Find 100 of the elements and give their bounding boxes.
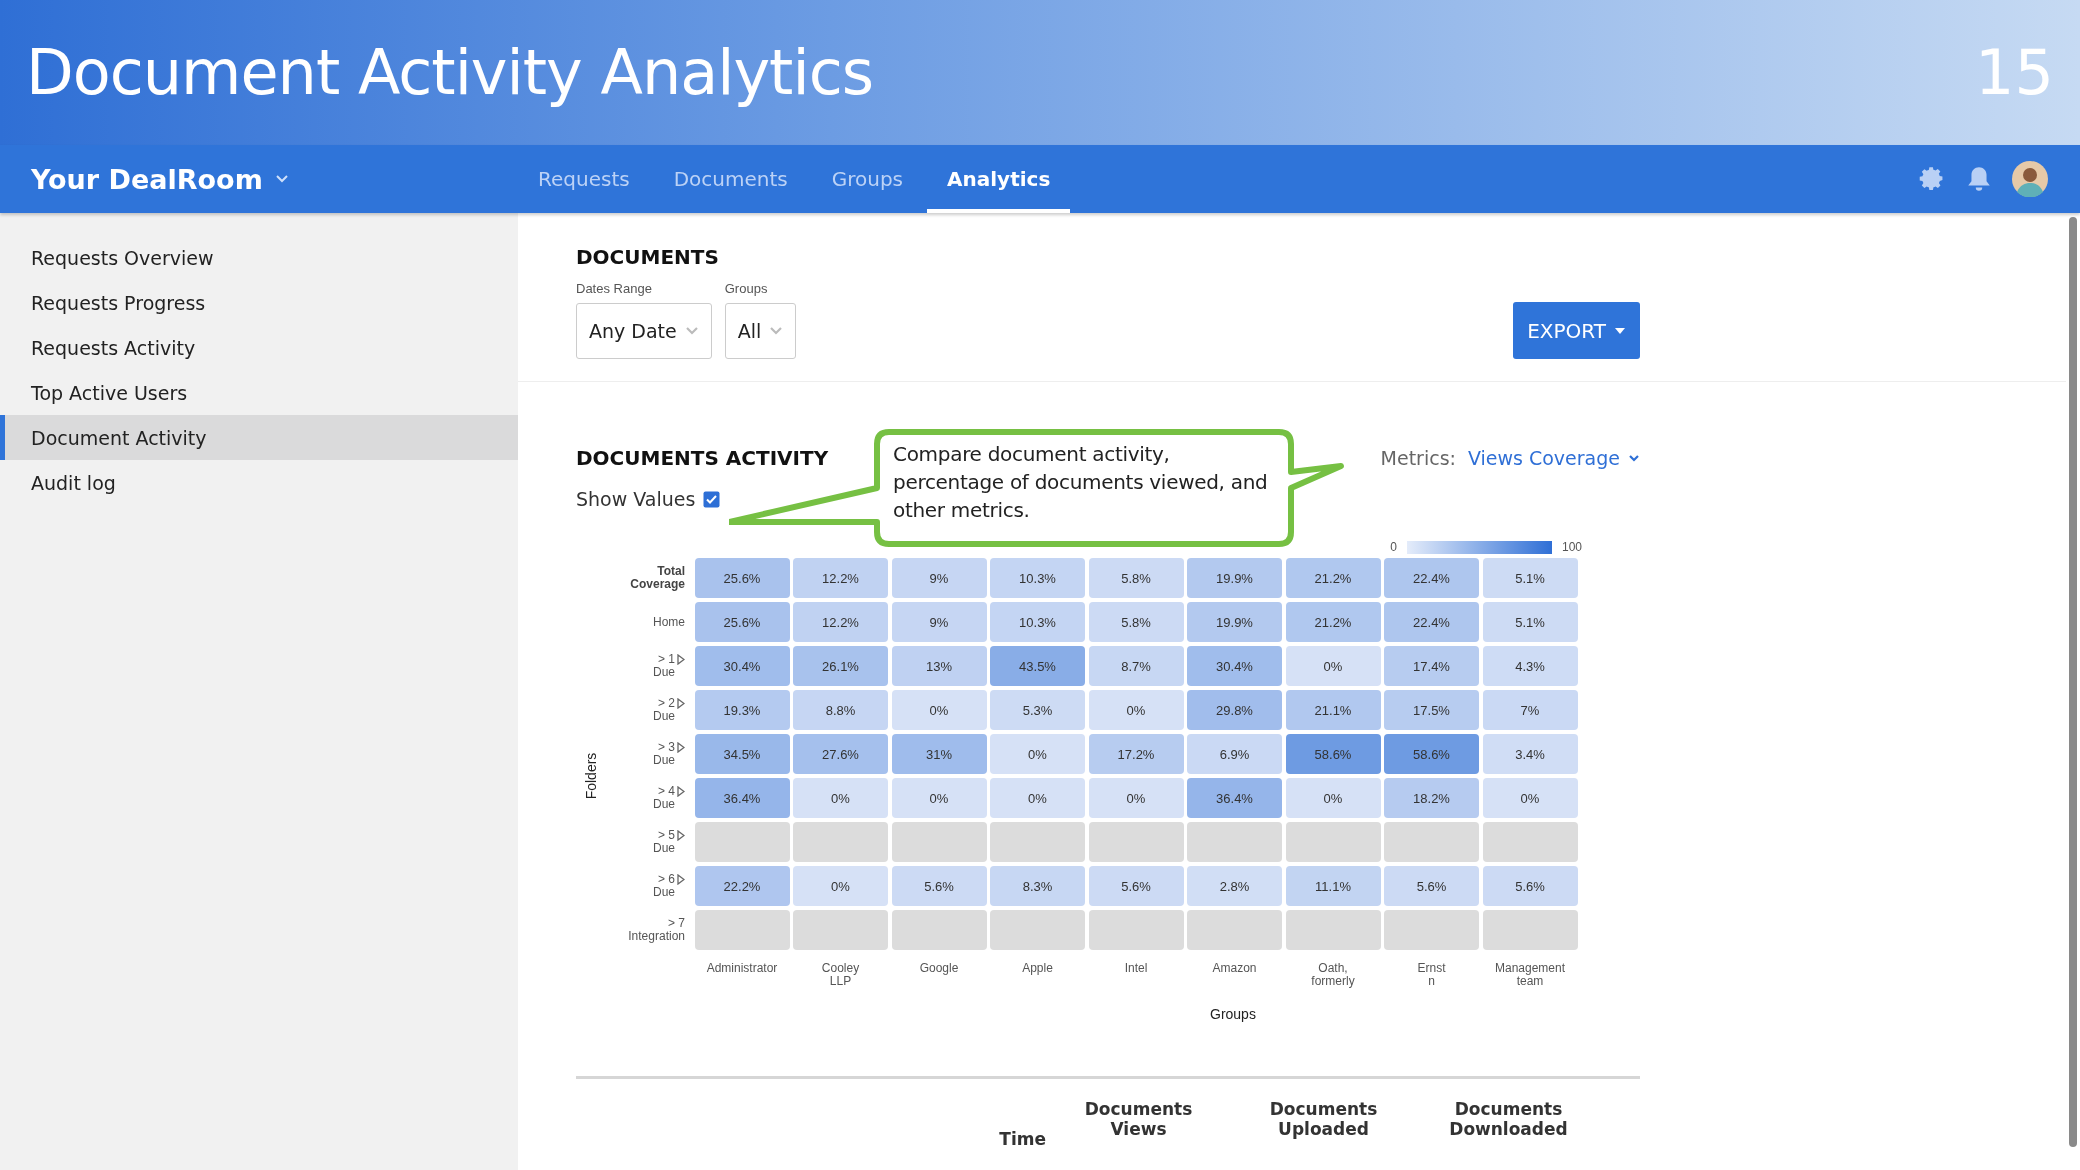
heatmap-cell: 5.6% bbox=[1088, 866, 1184, 906]
heatmap-cell: 13% bbox=[891, 646, 987, 686]
heatmap-cell: 9% bbox=[891, 558, 987, 598]
column-label: Oath, formerly bbox=[1310, 962, 1356, 988]
metrics-dropdown[interactable]: Views Coverage bbox=[1467, 447, 1640, 469]
heatmap-cell: 58.6% bbox=[1384, 734, 1479, 774]
heatmap-cell: 21.2% bbox=[1285, 602, 1381, 642]
heatmap-cell: 5.1% bbox=[1482, 558, 1578, 598]
heatmap-cell: 11.1% bbox=[1285, 866, 1381, 906]
heatmap-cell: 4.3% bbox=[1482, 646, 1578, 686]
heatmap-cell: 25.6% bbox=[694, 602, 790, 642]
heatmap-cell: 3.4% bbox=[1482, 734, 1578, 774]
filter-label: Groups bbox=[724, 281, 769, 296]
heatmap-cell: 17.2% bbox=[1088, 734, 1184, 774]
heatmap-cell: 21.2% bbox=[1285, 558, 1381, 598]
heatmap-cell: 10.3% bbox=[990, 558, 1085, 598]
column-label: Apple bbox=[1021, 962, 1054, 975]
heatmap-cell: 12.2% bbox=[793, 602, 888, 642]
scrollbar-thumb[interactable] bbox=[2069, 217, 2077, 1147]
export-button[interactable]: EXPORT bbox=[1513, 302, 1640, 359]
heatmap-cell: 21.1% bbox=[1285, 690, 1381, 730]
chevron-icon bbox=[274, 174, 289, 184]
heatmap-cell: 36.4% bbox=[1187, 778, 1282, 818]
heatmap-cell: 2.8% bbox=[1187, 866, 1282, 906]
sidebar-item[interactable]: Top Active Users bbox=[0, 370, 518, 415]
legend-max: 100 bbox=[1561, 540, 1582, 554]
filter-label: Dates Range bbox=[576, 281, 653, 296]
heatmap-cell: 22.2% bbox=[694, 866, 790, 906]
heatmap-cell: 5.6% bbox=[891, 866, 987, 906]
heatmap-cell: 5.3% bbox=[990, 690, 1085, 730]
heatmap-cell: 25.6% bbox=[694, 558, 790, 598]
heatmap-cell: 0% bbox=[990, 734, 1085, 774]
caret-icon bbox=[1614, 326, 1626, 335]
section-title: DOCUMENTS ACTIVITY bbox=[576, 446, 829, 470]
column-header: Documents Uploaded bbox=[1268, 1099, 1379, 1139]
heatmap-cell: 8.7% bbox=[1088, 646, 1184, 686]
heatmap-cell: 22.4% bbox=[1384, 558, 1479, 598]
avatar[interactable] bbox=[2012, 161, 2048, 197]
heatmap-cell: 8.8% bbox=[793, 690, 888, 730]
sidebar-item[interactable]: Audit log bbox=[0, 460, 518, 505]
checkbox[interactable] bbox=[703, 490, 721, 508]
heatmap-cell: 0% bbox=[1088, 690, 1184, 730]
heatmap-cell: 19.9% bbox=[1187, 558, 1282, 598]
heatmap-cell: 18.2% bbox=[1384, 778, 1479, 818]
heatmap-cell: 6.9% bbox=[1187, 734, 1282, 774]
heatmap-cell: 5.8% bbox=[1088, 602, 1184, 642]
heatmap-cell: 5.1% bbox=[1482, 602, 1578, 642]
heatmap-cell: 0% bbox=[1088, 778, 1184, 818]
column-label: Ernst n bbox=[1416, 962, 1447, 988]
heatmap-cell: 0% bbox=[1285, 646, 1381, 686]
heatmap-cell: 17.4% bbox=[1384, 646, 1479, 686]
filter-dropdown[interactable]: Any Date bbox=[576, 303, 712, 359]
heatmap-cell: 0% bbox=[793, 778, 888, 818]
heatmap-cell: 29.8% bbox=[1187, 690, 1282, 730]
row-label: > 7 Integration bbox=[628, 917, 685, 943]
section-title: DOCUMENTS bbox=[576, 245, 720, 269]
heatmap-cell: 27.6% bbox=[793, 734, 888, 774]
heatmap-cell: 0% bbox=[891, 690, 987, 730]
legend-min: 0 bbox=[1390, 540, 1397, 554]
slide-title: Document Activity Analytics bbox=[26, 36, 874, 109]
heatmap-cell: 5.6% bbox=[1384, 866, 1479, 906]
heatmap-cell: 43.5% bbox=[990, 646, 1085, 686]
heatmap-cell: 22.4% bbox=[1384, 602, 1479, 642]
brand-dropdown[interactable]: Your DealRoom bbox=[0, 145, 518, 213]
heatmap-cell: 0% bbox=[990, 778, 1085, 818]
row-label: Home bbox=[653, 615, 685, 629]
row-label: > 3 Due bbox=[653, 741, 675, 767]
heatmap-cell: 30.4% bbox=[694, 646, 790, 686]
column-label: Google bbox=[918, 962, 960, 975]
chevron-icon bbox=[684, 326, 699, 336]
heatmap-cell: 0% bbox=[891, 778, 987, 818]
row-label: > 1 Due bbox=[653, 653, 675, 679]
nav-tab[interactable]: Analytics bbox=[927, 145, 1071, 213]
heatmap-cell: 34.5% bbox=[694, 734, 790, 774]
sidebar-item[interactable]: Document Activity bbox=[0, 415, 518, 460]
heatmap-cell: 12.2% bbox=[793, 558, 888, 598]
sidebar-item[interactable]: Requests Overview bbox=[0, 235, 518, 280]
axis-title: Groups bbox=[1209, 1006, 1256, 1022]
bell-icon[interactable] bbox=[1966, 165, 1992, 193]
heatmap-cell: 17.5% bbox=[1384, 690, 1479, 730]
column-label: Amazon bbox=[1211, 962, 1258, 975]
callout-text: Compare document activity, percentage of documents viewed, and other metrics. bbox=[893, 441, 1269, 524]
heatmap-cell: 19.3% bbox=[694, 690, 790, 730]
row-label: > 5 Due bbox=[653, 829, 675, 855]
axis-title: Folders bbox=[583, 752, 599, 800]
heatmap-cell: 10.3% bbox=[990, 602, 1085, 642]
column-header: Documents Downloaded bbox=[1448, 1099, 1569, 1139]
heatmap-cell: 5.6% bbox=[1482, 866, 1578, 906]
column-label: Cooley LLP bbox=[820, 962, 861, 988]
row-label: > 4 Due bbox=[653, 785, 675, 811]
heatmap-cell: 58.6% bbox=[1285, 734, 1381, 774]
heatmap-cell: 5.8% bbox=[1088, 558, 1184, 598]
show-values-label: Show Values bbox=[576, 488, 696, 510]
metrics-label: Metrics: bbox=[1380, 447, 1456, 469]
row-label: Total Coverage bbox=[630, 565, 685, 591]
column-label: Management team bbox=[1493, 962, 1566, 988]
row-label: > 2 Due bbox=[653, 697, 675, 723]
filter-dropdown[interactable]: All bbox=[724, 303, 797, 359]
sidebar-item[interactable]: Requests Activity bbox=[0, 325, 518, 370]
sidebar-item[interactable]: Requests Progress bbox=[0, 280, 518, 325]
